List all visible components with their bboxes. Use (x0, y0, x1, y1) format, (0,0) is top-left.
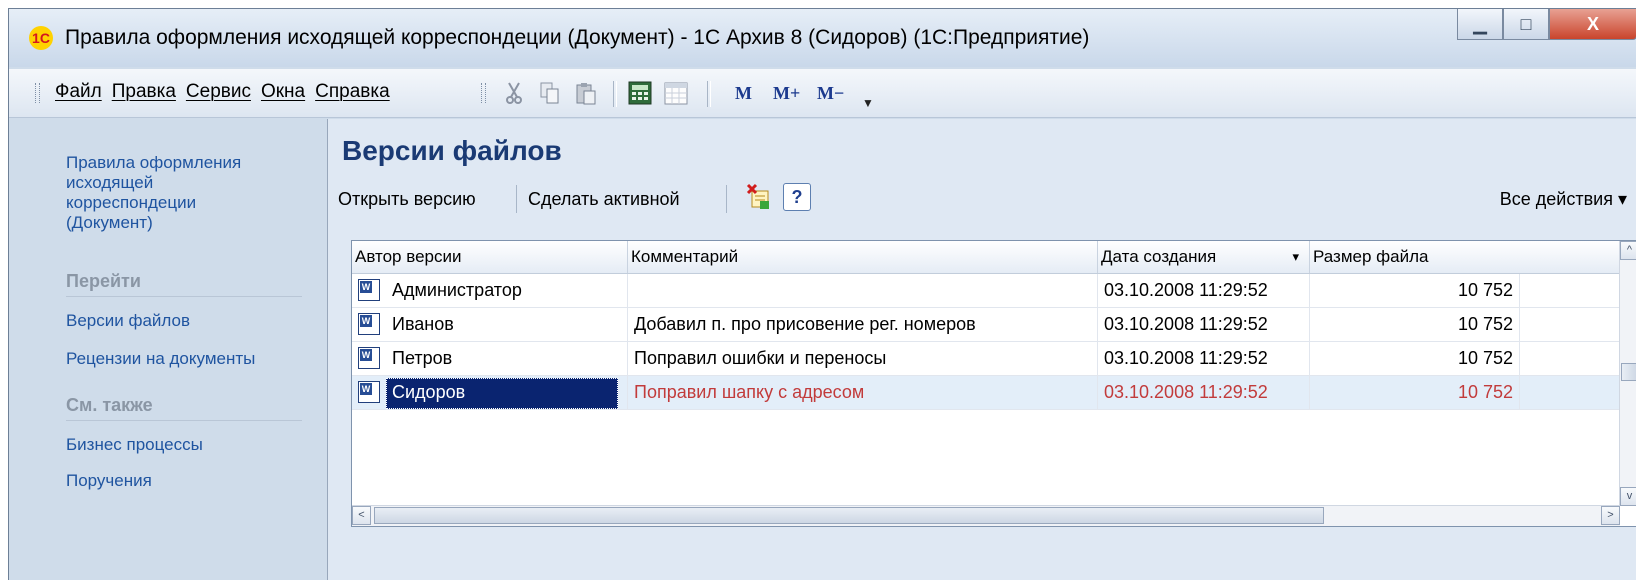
copy-icon[interactable] (535, 79, 565, 107)
comment-cell: Поправил ошибки и переносы (628, 342, 1098, 375)
toolbar-grip[interactable] (35, 83, 40, 103)
menu-service[interactable]: Сервис (186, 81, 251, 103)
memory-plus-button[interactable]: M+ (773, 83, 800, 104)
app-logo-icon: 1С (29, 26, 53, 50)
size-cell: 10 752 (1310, 274, 1520, 307)
document-link[interactable]: Правила оформления исходящей корреспонде… (66, 153, 241, 233)
divider (66, 296, 302, 297)
author-cell: Сидоров (386, 376, 628, 409)
date-cell: 03.10.2008 11:29:52 (1098, 274, 1310, 307)
word-document-icon: W (358, 381, 380, 403)
memory-button[interactable]: M (735, 83, 752, 104)
column-header-comment[interactable]: Комментарий (628, 241, 1098, 273)
scroll-up-button[interactable]: ^ (1620, 241, 1636, 260)
maximize-button[interactable]: □ (1503, 9, 1549, 40)
word-document-icon: W (358, 347, 380, 369)
column-header-author[interactable]: Автор версии (352, 241, 628, 273)
make-active-button[interactable]: Сделать активной (528, 189, 680, 210)
sidebar-item-reviews[interactable]: Рецензии на документы (66, 349, 255, 369)
table-row[interactable]: W Иванов Добавил п. про присовение рег. … (352, 308, 1620, 342)
memory-minus-button[interactable]: M− (817, 83, 844, 104)
toolbar-grip[interactable] (481, 83, 486, 103)
table-row[interactable]: W Петров Поправил ошибки и переносы 03.1… (352, 342, 1620, 376)
open-version-button[interactable]: Открыть версию (338, 189, 476, 210)
app-window: 1С Правила оформления исходящей корреспо… (8, 8, 1636, 580)
author-cell: Петров (386, 342, 628, 375)
table-row[interactable]: W Администратор 03.10.2008 11:29:52 10 7… (352, 274, 1620, 308)
size-cell: 10 752 (1310, 342, 1520, 375)
dropdown-arrow-icon[interactable]: ▼ (853, 89, 883, 117)
main-content: Версии файлов Открыть версию Сделать акт… (328, 119, 1636, 580)
comment-cell: Поправил шапку с адресом (628, 376, 1098, 409)
main-menu: Файл Правка Сервис Окна Справка (55, 81, 390, 103)
scroll-thumb[interactable] (374, 507, 1324, 524)
table-header: Автор версии Комментарий Дата создания ▾… (352, 241, 1620, 274)
scroll-left-button[interactable]: < (352, 506, 371, 525)
help-button[interactable]: ? (783, 183, 811, 211)
table-row-selected[interactable]: W Сидоров Поправил шапку с адресом 03.10… (352, 376, 1620, 410)
column-header-size[interactable]: Размер файла (1310, 241, 1620, 273)
divider (66, 420, 302, 421)
page-title: Версии файлов (342, 135, 562, 166)
see-also-section-header: См. также (66, 395, 153, 415)
close-button[interactable]: X (1549, 9, 1636, 40)
author-cell: Администратор (386, 274, 628, 307)
window-title: Правила оформления исходящей корреспонде… (65, 26, 1090, 49)
horizontal-scrollbar[interactable]: < > (352, 505, 1620, 526)
menu-help[interactable]: Справка (315, 81, 390, 103)
scroll-right-button[interactable]: > (1601, 506, 1620, 525)
calendar-icon[interactable] (661, 79, 691, 107)
delete-mark-icon[interactable] (746, 183, 772, 211)
vertical-scrollbar[interactable]: ^ v (1619, 241, 1636, 506)
toolbar-separator (613, 81, 617, 107)
cut-icon[interactable] (499, 79, 529, 107)
paste-icon[interactable] (571, 79, 601, 107)
toolbar-separator (707, 81, 711, 107)
command-separator (516, 185, 517, 213)
sidebar-item-file-versions[interactable]: Версии файлов (66, 311, 190, 331)
size-cell: 10 752 (1310, 376, 1520, 409)
word-document-icon: W (358, 279, 380, 301)
comment-cell: Добавил п. про присовение рег. номеров (628, 308, 1098, 341)
sidebar-item-assignments[interactable]: Поручения (66, 471, 152, 491)
calculator-icon[interactable] (625, 79, 655, 107)
comment-cell (628, 274, 1098, 307)
scroll-down-button[interactable]: v (1620, 487, 1636, 506)
versions-table: Автор версии Комментарий Дата создания ▾… (351, 240, 1636, 527)
window-controls: ▁ □ X (1457, 9, 1636, 43)
size-cell: 10 752 (1310, 308, 1520, 341)
command-separator (726, 185, 727, 213)
go-section-header: Перейти (66, 271, 141, 291)
date-cell: 03.10.2008 11:29:52 (1098, 342, 1310, 375)
menu-edit[interactable]: Правка (112, 81, 176, 103)
menu-bar: Файл Правка Сервис Окна Справка M M+ M− … (9, 69, 1636, 118)
title-bar[interactable]: 1С Правила оформления исходящей корреспо… (9, 9, 1636, 67)
menu-windows[interactable]: Окна (261, 81, 305, 103)
navigation-panel: Правила оформления исходящей корреспонде… (9, 119, 328, 580)
sort-desc-icon: ▾ (1292, 249, 1299, 264)
all-actions-menu[interactable]: Все действия ▾ (1500, 189, 1627, 210)
menu-file[interactable]: Файл (55, 81, 102, 103)
minimize-button[interactable]: ▁ (1457, 9, 1503, 40)
command-bar: Открыть версию Сделать активной ? Все де… (338, 181, 1636, 217)
scroll-thumb[interactable] (1621, 363, 1636, 381)
date-cell: 03.10.2008 11:29:52 (1098, 308, 1310, 341)
sidebar-item-business-processes[interactable]: Бизнес процессы (66, 435, 203, 455)
word-document-icon: W (358, 313, 380, 335)
column-header-date[interactable]: Дата создания ▾ (1098, 241, 1310, 273)
author-cell: Иванов (386, 308, 628, 341)
date-cell: 03.10.2008 11:29:52 (1098, 376, 1310, 409)
